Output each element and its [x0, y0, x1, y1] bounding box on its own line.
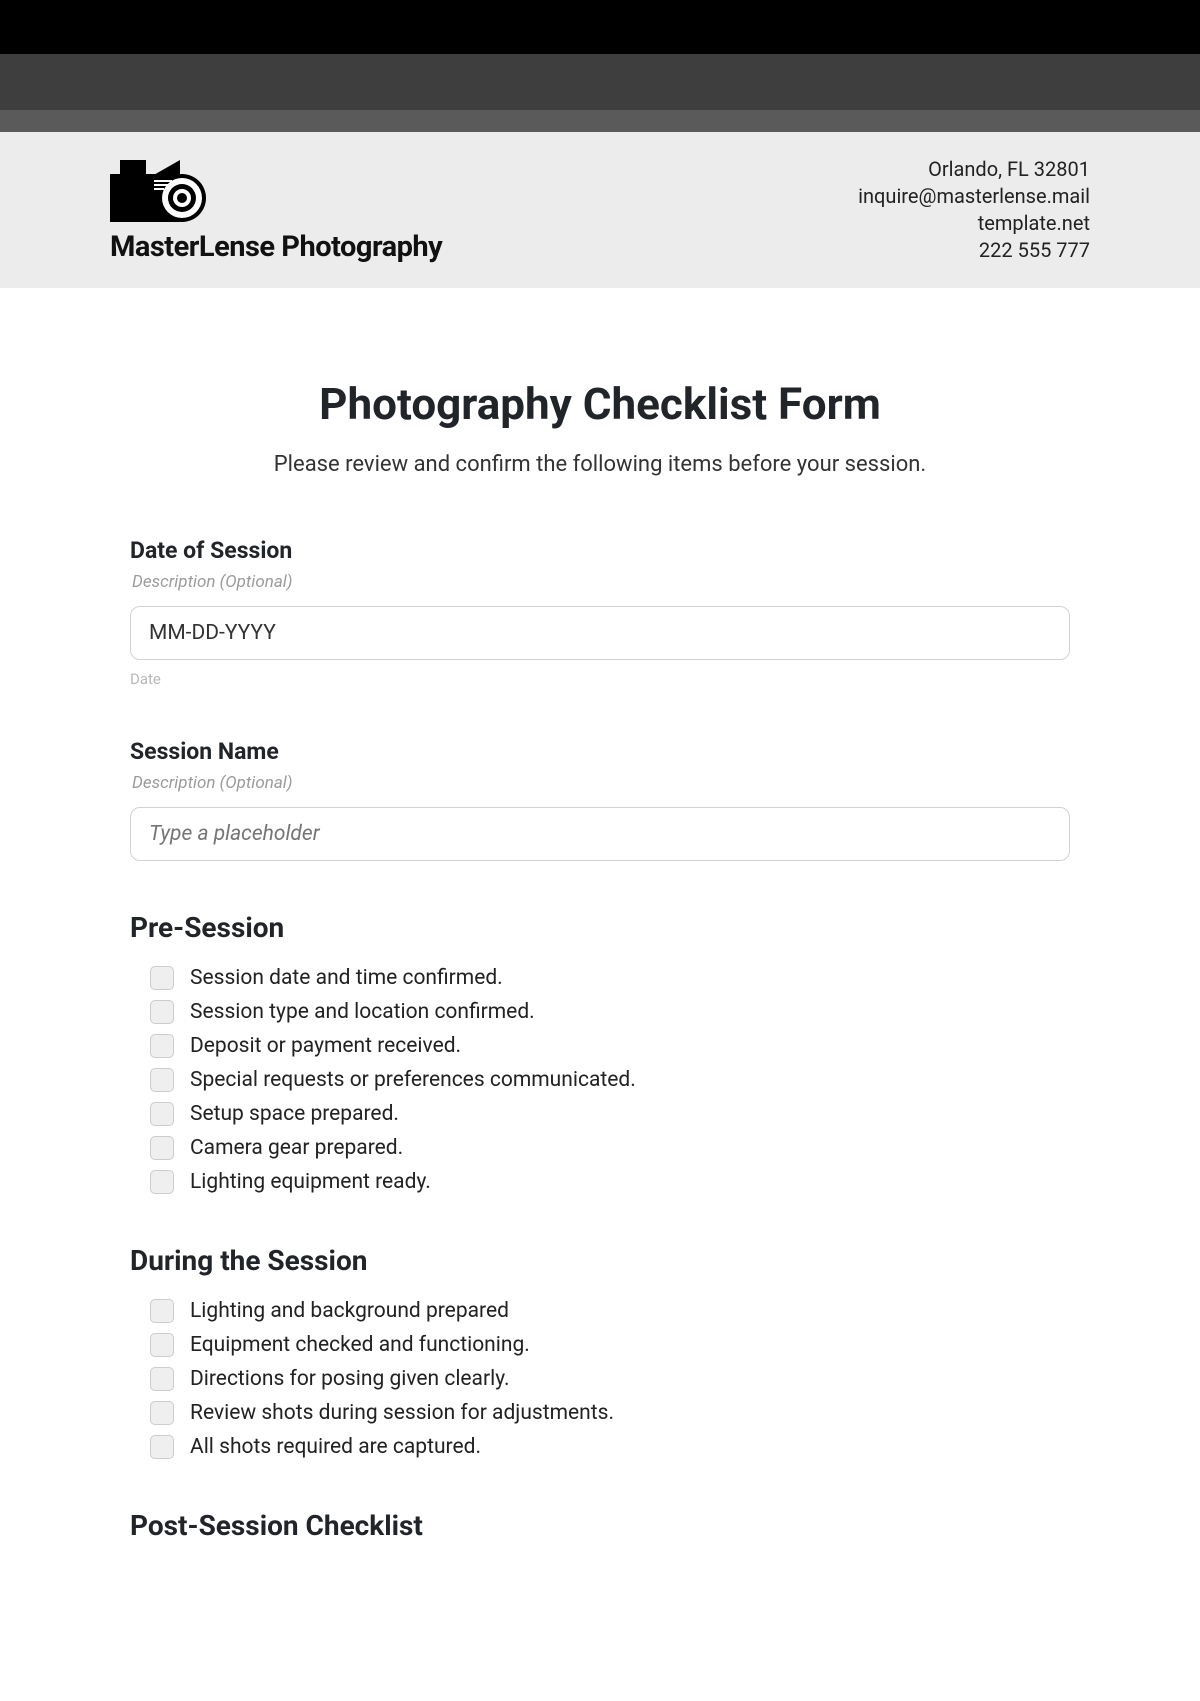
check-row: Directions for posing given clearly. — [130, 1367, 1070, 1391]
form-title: Photography Checklist Form — [130, 378, 1070, 430]
date-input[interactable] — [130, 606, 1070, 660]
decorative-band-1 — [0, 0, 1200, 54]
check-label: Session type and location confirmed. — [190, 1000, 535, 1024]
check-label: Camera gear prepared. — [190, 1136, 403, 1160]
check-row: Deposit or payment received. — [130, 1034, 1070, 1058]
checkbox[interactable] — [150, 1435, 174, 1459]
company-name: MasterLense Photography — [110, 230, 442, 264]
email-line: inquire@masterlense.mail — [858, 183, 1090, 210]
session-name-input[interactable] — [130, 807, 1070, 861]
check-label: Review shots during session for adjustme… — [190, 1401, 614, 1425]
check-row: Lighting equipment ready. — [130, 1170, 1070, 1194]
checkbox[interactable] — [150, 1401, 174, 1425]
address-line: Orlando, FL 32801 — [858, 156, 1090, 183]
check-label: Directions for posing given clearly. — [190, 1367, 510, 1391]
check-label: Equipment checked and functioning. — [190, 1333, 530, 1357]
header: MasterLense Photography Orlando, FL 3280… — [0, 132, 1200, 288]
date-label: Date of Session — [130, 537, 1070, 564]
check-row: Session date and time confirmed. — [130, 966, 1070, 990]
check-label: Session date and time confirmed. — [190, 966, 503, 990]
date-field-block: Date of Session Description (Optional) D… — [130, 537, 1070, 688]
checkbox[interactable] — [150, 966, 174, 990]
during-session-title: During the Session — [130, 1244, 1070, 1277]
pre-session-title: Pre-Session — [130, 911, 1070, 944]
pre-session-section: Pre-Session Session date and time confir… — [130, 911, 1070, 1194]
check-label: Special requests or preferences communic… — [190, 1068, 636, 1092]
check-label: Lighting equipment ready. — [190, 1170, 431, 1194]
contact-block: Orlando, FL 32801 inquire@masterlense.ma… — [858, 156, 1090, 264]
checkbox[interactable] — [150, 1170, 174, 1194]
check-row: Setup space prepared. — [130, 1102, 1070, 1126]
session-name-description: Description (Optional) — [132, 773, 1070, 793]
checkbox[interactable] — [150, 1000, 174, 1024]
checkbox[interactable] — [150, 1367, 174, 1391]
check-label: Deposit or payment received. — [190, 1034, 461, 1058]
post-session-title: Post-Session Checklist — [130, 1509, 1070, 1542]
decorative-band-3 — [0, 110, 1200, 132]
check-row: Session type and location confirmed. — [130, 1000, 1070, 1024]
checkbox[interactable] — [150, 1102, 174, 1126]
phone-line: 222 555 777 — [858, 237, 1090, 264]
check-label: Setup space prepared. — [190, 1102, 399, 1126]
check-row: All shots required are captured. — [130, 1435, 1070, 1459]
date-helper: Date — [130, 670, 1070, 688]
session-name-field-block: Session Name Description (Optional) — [130, 738, 1070, 861]
session-name-label: Session Name — [130, 738, 1070, 765]
checkbox[interactable] — [150, 1333, 174, 1357]
website-line: template.net — [858, 210, 1090, 237]
check-row: Special requests or preferences communic… — [130, 1068, 1070, 1092]
camera-icon — [110, 156, 210, 224]
checkbox[interactable] — [150, 1299, 174, 1323]
check-label: Lighting and background prepared — [190, 1299, 509, 1323]
check-label: All shots required are captured. — [190, 1435, 481, 1459]
during-session-section: During the Session Lighting and backgrou… — [130, 1244, 1070, 1459]
form-content: Photography Checklist Form Please review… — [130, 288, 1070, 1632]
checkbox[interactable] — [150, 1034, 174, 1058]
checkbox[interactable] — [150, 1136, 174, 1160]
date-description: Description (Optional) — [132, 572, 1070, 592]
post-session-section: Post-Session Checklist — [130, 1509, 1070, 1542]
check-row: Equipment checked and functioning. — [130, 1333, 1070, 1357]
form-subtitle: Please review and confirm the following … — [130, 452, 1070, 477]
check-row: Lighting and background prepared — [130, 1299, 1070, 1323]
check-row: Review shots during session for adjustme… — [130, 1401, 1070, 1425]
logo-block: MasterLense Photography — [110, 156, 442, 264]
checkbox[interactable] — [150, 1068, 174, 1092]
decorative-band-2 — [0, 54, 1200, 110]
check-row: Camera gear prepared. — [130, 1136, 1070, 1160]
